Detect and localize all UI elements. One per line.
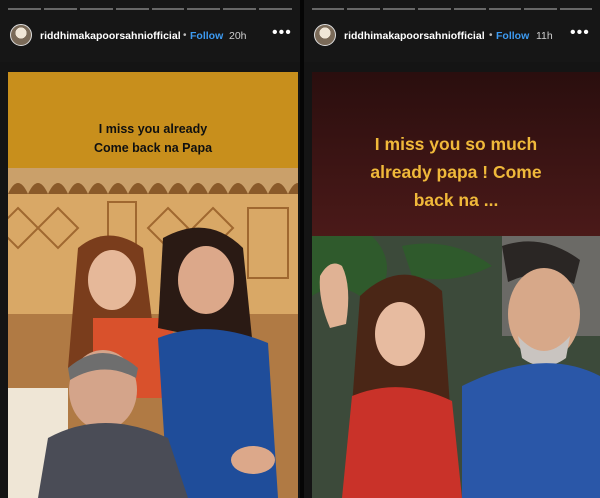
more-options-icon[interactable]: •••	[272, 24, 292, 42]
story-caption: I miss you so much already papa ! Come b…	[312, 130, 600, 214]
story-header: riddhimakapoorsahniofficial • Follow 11h…	[304, 0, 600, 62]
caption-line: I miss you already	[98, 122, 208, 136]
caption-line: back na ...	[413, 190, 499, 210]
story-viewer-right: riddhimakapoorsahniofficial • Follow 11h…	[304, 0, 600, 498]
story-caption: I miss you already Come back na Papa	[8, 120, 298, 158]
follow-button[interactable]: Follow	[496, 30, 529, 42]
avatar[interactable]	[10, 24, 32, 46]
separator-dot: •	[183, 30, 187, 41]
separator-dot: •	[489, 30, 493, 41]
story-timestamp: 11h	[536, 30, 553, 42]
story-header: riddhimakapoorsahniofficial • Follow 20h…	[0, 0, 300, 62]
story-timestamp: 20h	[229, 30, 247, 42]
caption-line: I miss you so much	[374, 134, 538, 154]
story-content[interactable]: I miss you already Come back na Papa	[8, 72, 298, 498]
avatar[interactable]	[314, 24, 336, 46]
story-content[interactable]: I miss you so much already papa ! Come b…	[312, 72, 600, 498]
story-progress-bars	[312, 8, 592, 10]
story-viewer-left: riddhimakapoorsahniofficial • Follow 20h…	[0, 0, 300, 498]
caption-line: already papa ! Come	[370, 162, 542, 182]
caption-line: Come back na Papa	[93, 141, 213, 155]
father-daughter-photo	[312, 236, 600, 498]
username-link[interactable]: riddhimakapoorsahniofficial	[40, 30, 181, 42]
username-link[interactable]: riddhimakapoorsahniofficial	[344, 30, 485, 42]
follow-button[interactable]: Follow	[190, 30, 223, 42]
more-options-icon[interactable]: •••	[570, 24, 590, 42]
family-photo	[8, 168, 298, 498]
story-progress-bars	[8, 8, 292, 10]
